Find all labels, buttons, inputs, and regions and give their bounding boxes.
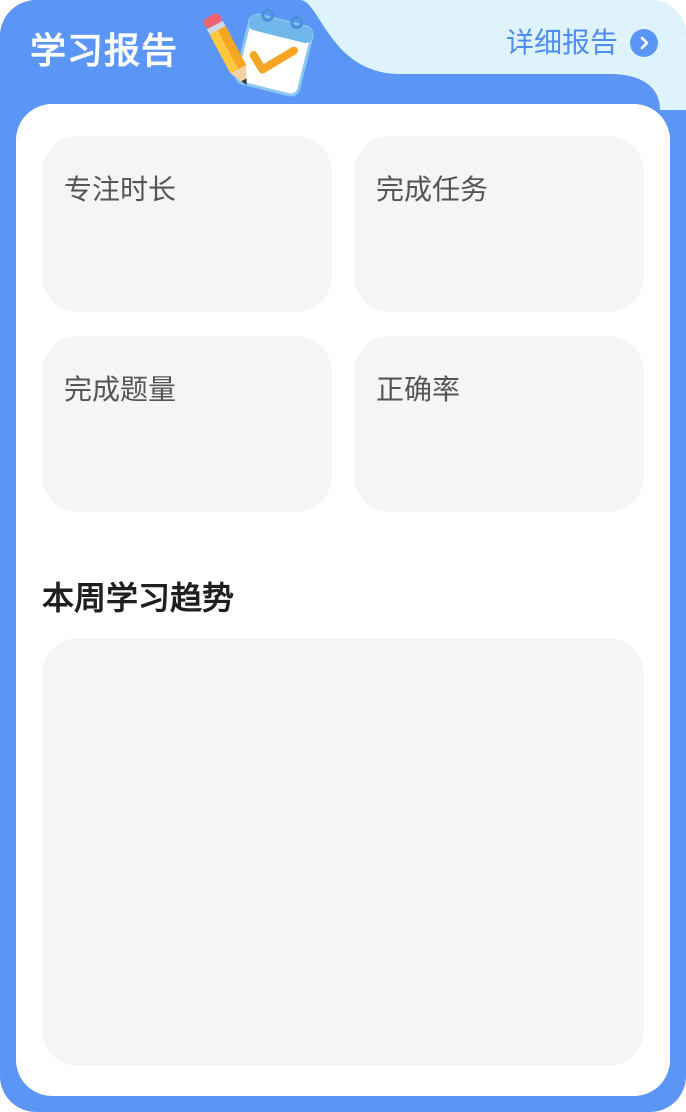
pencil-calendar-checkmark-icon [203, 8, 314, 97]
detailed-report-link[interactable]: 详细报告 [506, 22, 658, 64]
page-title: 学习报告 [30, 31, 179, 72]
chevron-right-icon [630, 29, 658, 57]
stat-card-completed-tasks: 完成任务 [354, 136, 644, 312]
report-panel: 专注时长 完成任务 完成题量 正确率 本周学习趋势 [16, 104, 670, 1096]
stat-label-focus-duration: 专注时长 [64, 173, 177, 206]
detailed-report-label: 详细报告 [505, 26, 618, 59]
stat-card-questions-completed: 完成题量 [42, 336, 332, 512]
stat-label-accuracy: 正确率 [376, 373, 461, 406]
study-report-card: 学习报告 详细报告 专注时长 完成任务 完成题量 正确率 本周学习趋势 [0, 0, 686, 1112]
weekly-trend-chart-area [42, 638, 644, 1066]
stat-card-accuracy: 正确率 [354, 336, 644, 512]
weekly-trend-title: 本周学习趋势 [42, 579, 235, 617]
stat-label-completed-tasks: 完成任务 [376, 173, 489, 206]
stat-card-focus-duration: 专注时长 [42, 136, 332, 312]
stat-label-questions-completed: 完成题量 [64, 373, 177, 406]
